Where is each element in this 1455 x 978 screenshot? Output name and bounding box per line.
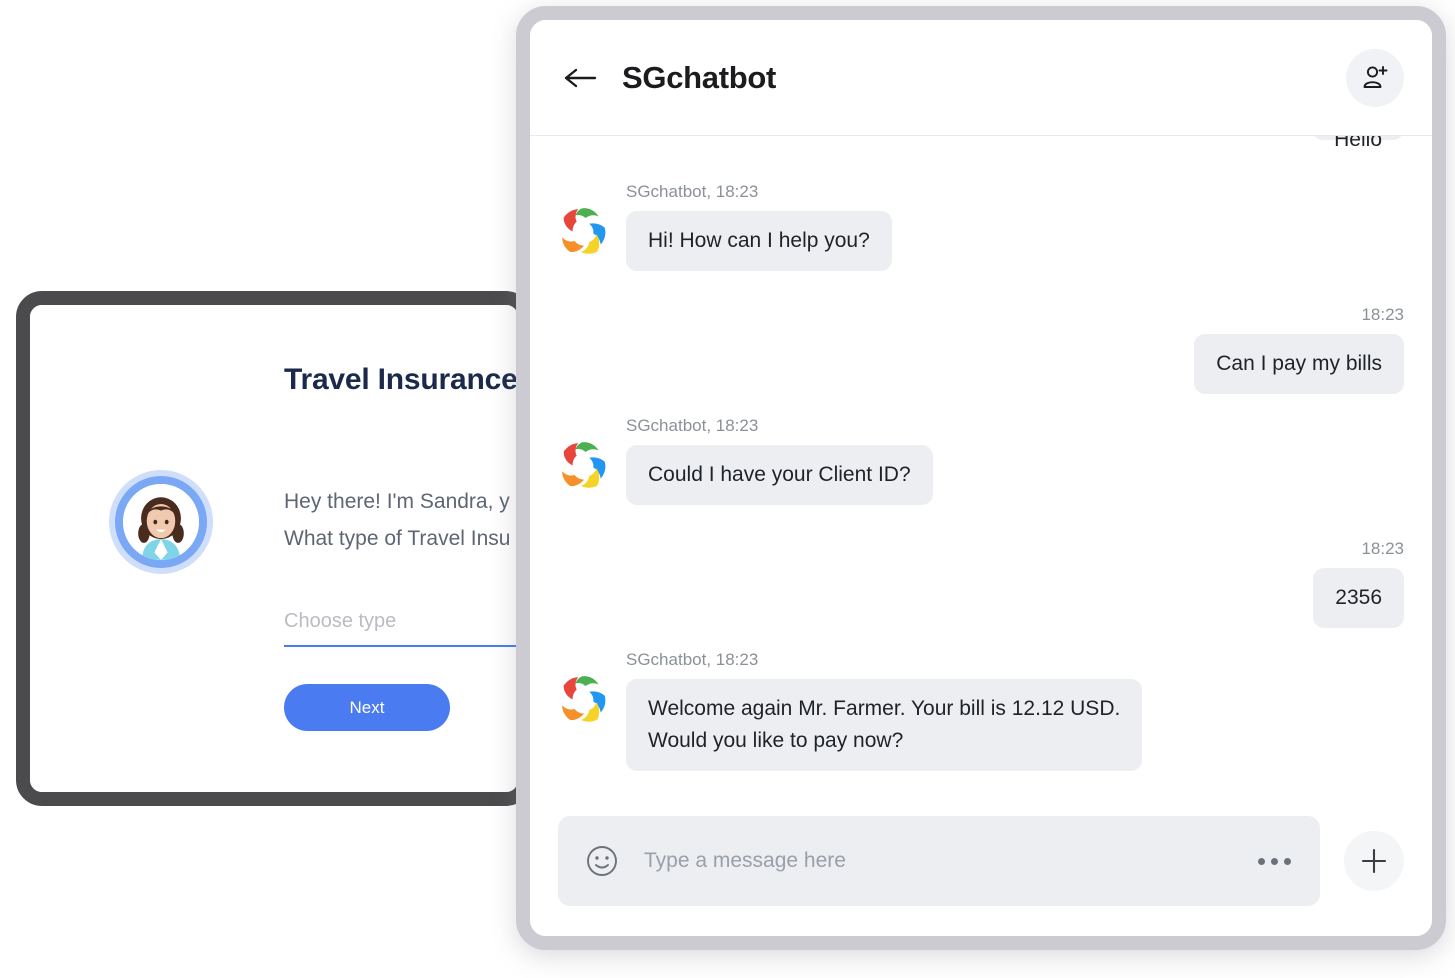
travel-insurance-screen: Travel Insurance Hey there! I'm Sandra, … (30, 305, 518, 792)
chat-header: SGchatbot (530, 20, 1432, 136)
chat-composer-bar (530, 786, 1432, 936)
table-row: SGchatbot, 18:23 Hi! How can I help you? (558, 182, 1404, 271)
table-row: 18:23 2356 (558, 539, 1404, 628)
screenshot-stage: Travel Insurance Hey there! I'm Sandra, … (0, 0, 1455, 978)
message-bubble: 2356 (1313, 568, 1404, 628)
message-bubble: Welcome again Mr. Farmer. Your bill is 1… (626, 679, 1143, 771)
bot-avatar (558, 204, 610, 256)
avatar-image-holder (123, 484, 199, 560)
more-horizontal-icon (1257, 857, 1265, 865)
woman-illustration-icon (123, 484, 199, 560)
back-button[interactable] (558, 56, 602, 100)
table-row: 18:23 Can I pay my bills (558, 305, 1404, 394)
field-underline (284, 645, 518, 647)
message-bubble: Hi! How can I help you? (626, 211, 892, 271)
message-bubble: Hello (1312, 136, 1404, 151)
pinwheel-logo-icon (562, 208, 606, 254)
bot-avatar (558, 672, 610, 724)
smiley-icon (587, 846, 617, 876)
message-meta: SGchatbot, 18:23 (626, 650, 759, 669)
choose-type-placeholder: Choose type (284, 610, 397, 632)
arrow-left-icon (564, 68, 597, 87)
more-horizontal-icon (1283, 857, 1291, 865)
message-input[interactable] (642, 848, 1254, 874)
add-person-icon (1363, 65, 1388, 88)
sandra-avatar (109, 470, 213, 574)
chatbot-device-frame: SGchatbot Hello SGchatbot, 18:23 Hi! How… (516, 6, 1446, 950)
travel-insurance-device-frame: Travel Insurance Hey there! I'm Sandra, … (16, 291, 532, 806)
more-options-button[interactable] (1254, 857, 1294, 865)
message-meta: 18:23 (1361, 305, 1404, 324)
composer[interactable] (558, 816, 1320, 906)
message-column: SGchatbot, 18:23 Hi! How can I help you? (626, 182, 892, 271)
greeting-text: Hey there! I'm Sandra, y What type of Tr… (284, 490, 511, 550)
more-horizontal-icon (1270, 857, 1278, 865)
chat-title: SGchatbot (622, 59, 777, 95)
page-title: Travel Insurance (284, 363, 518, 396)
pinwheel-logo-icon (562, 676, 606, 722)
pinwheel-logo-icon (562, 442, 606, 488)
message-column: SGchatbot, 18:23 Welcome again Mr. Farme… (626, 650, 1143, 771)
choose-type-field[interactable]: Choose type (284, 610, 518, 647)
message-bubble: Could I have your Client ID? (626, 445, 933, 505)
message-column: SGchatbot, 18:23 Could I have your Clien… (626, 416, 933, 505)
message-meta: SGchatbot, 18:23 (626, 416, 759, 435)
clipped-message-row: Hello (558, 136, 1404, 164)
table-row: SGchatbot, 18:23 Could I have your Clien… (558, 416, 1404, 505)
bot-avatar (558, 438, 610, 490)
add-person-button[interactable] (1346, 48, 1404, 107)
message-meta: 18:23 (1361, 539, 1404, 558)
message-list[interactable]: Hello SGchatbot, 18:23 Hi! How can I hel… (530, 136, 1432, 786)
message-meta: SGchatbot, 18:23 (626, 182, 759, 201)
message-column: 18:23 Can I pay my bills (1194, 305, 1404, 394)
emoji-button[interactable] (584, 843, 620, 879)
add-attachment-fab[interactable] (1344, 831, 1404, 891)
next-button[interactable]: Next (284, 684, 450, 731)
chat-screen: SGchatbot Hello SGchatbot, 18:23 Hi! How… (530, 20, 1432, 936)
table-row: SGchatbot, 18:23 Welcome again Mr. Farme… (558, 650, 1404, 771)
message-bubble: Can I pay my bills (1194, 334, 1404, 394)
message-column: 18:23 2356 (1313, 539, 1404, 628)
plus-icon (1361, 848, 1387, 874)
